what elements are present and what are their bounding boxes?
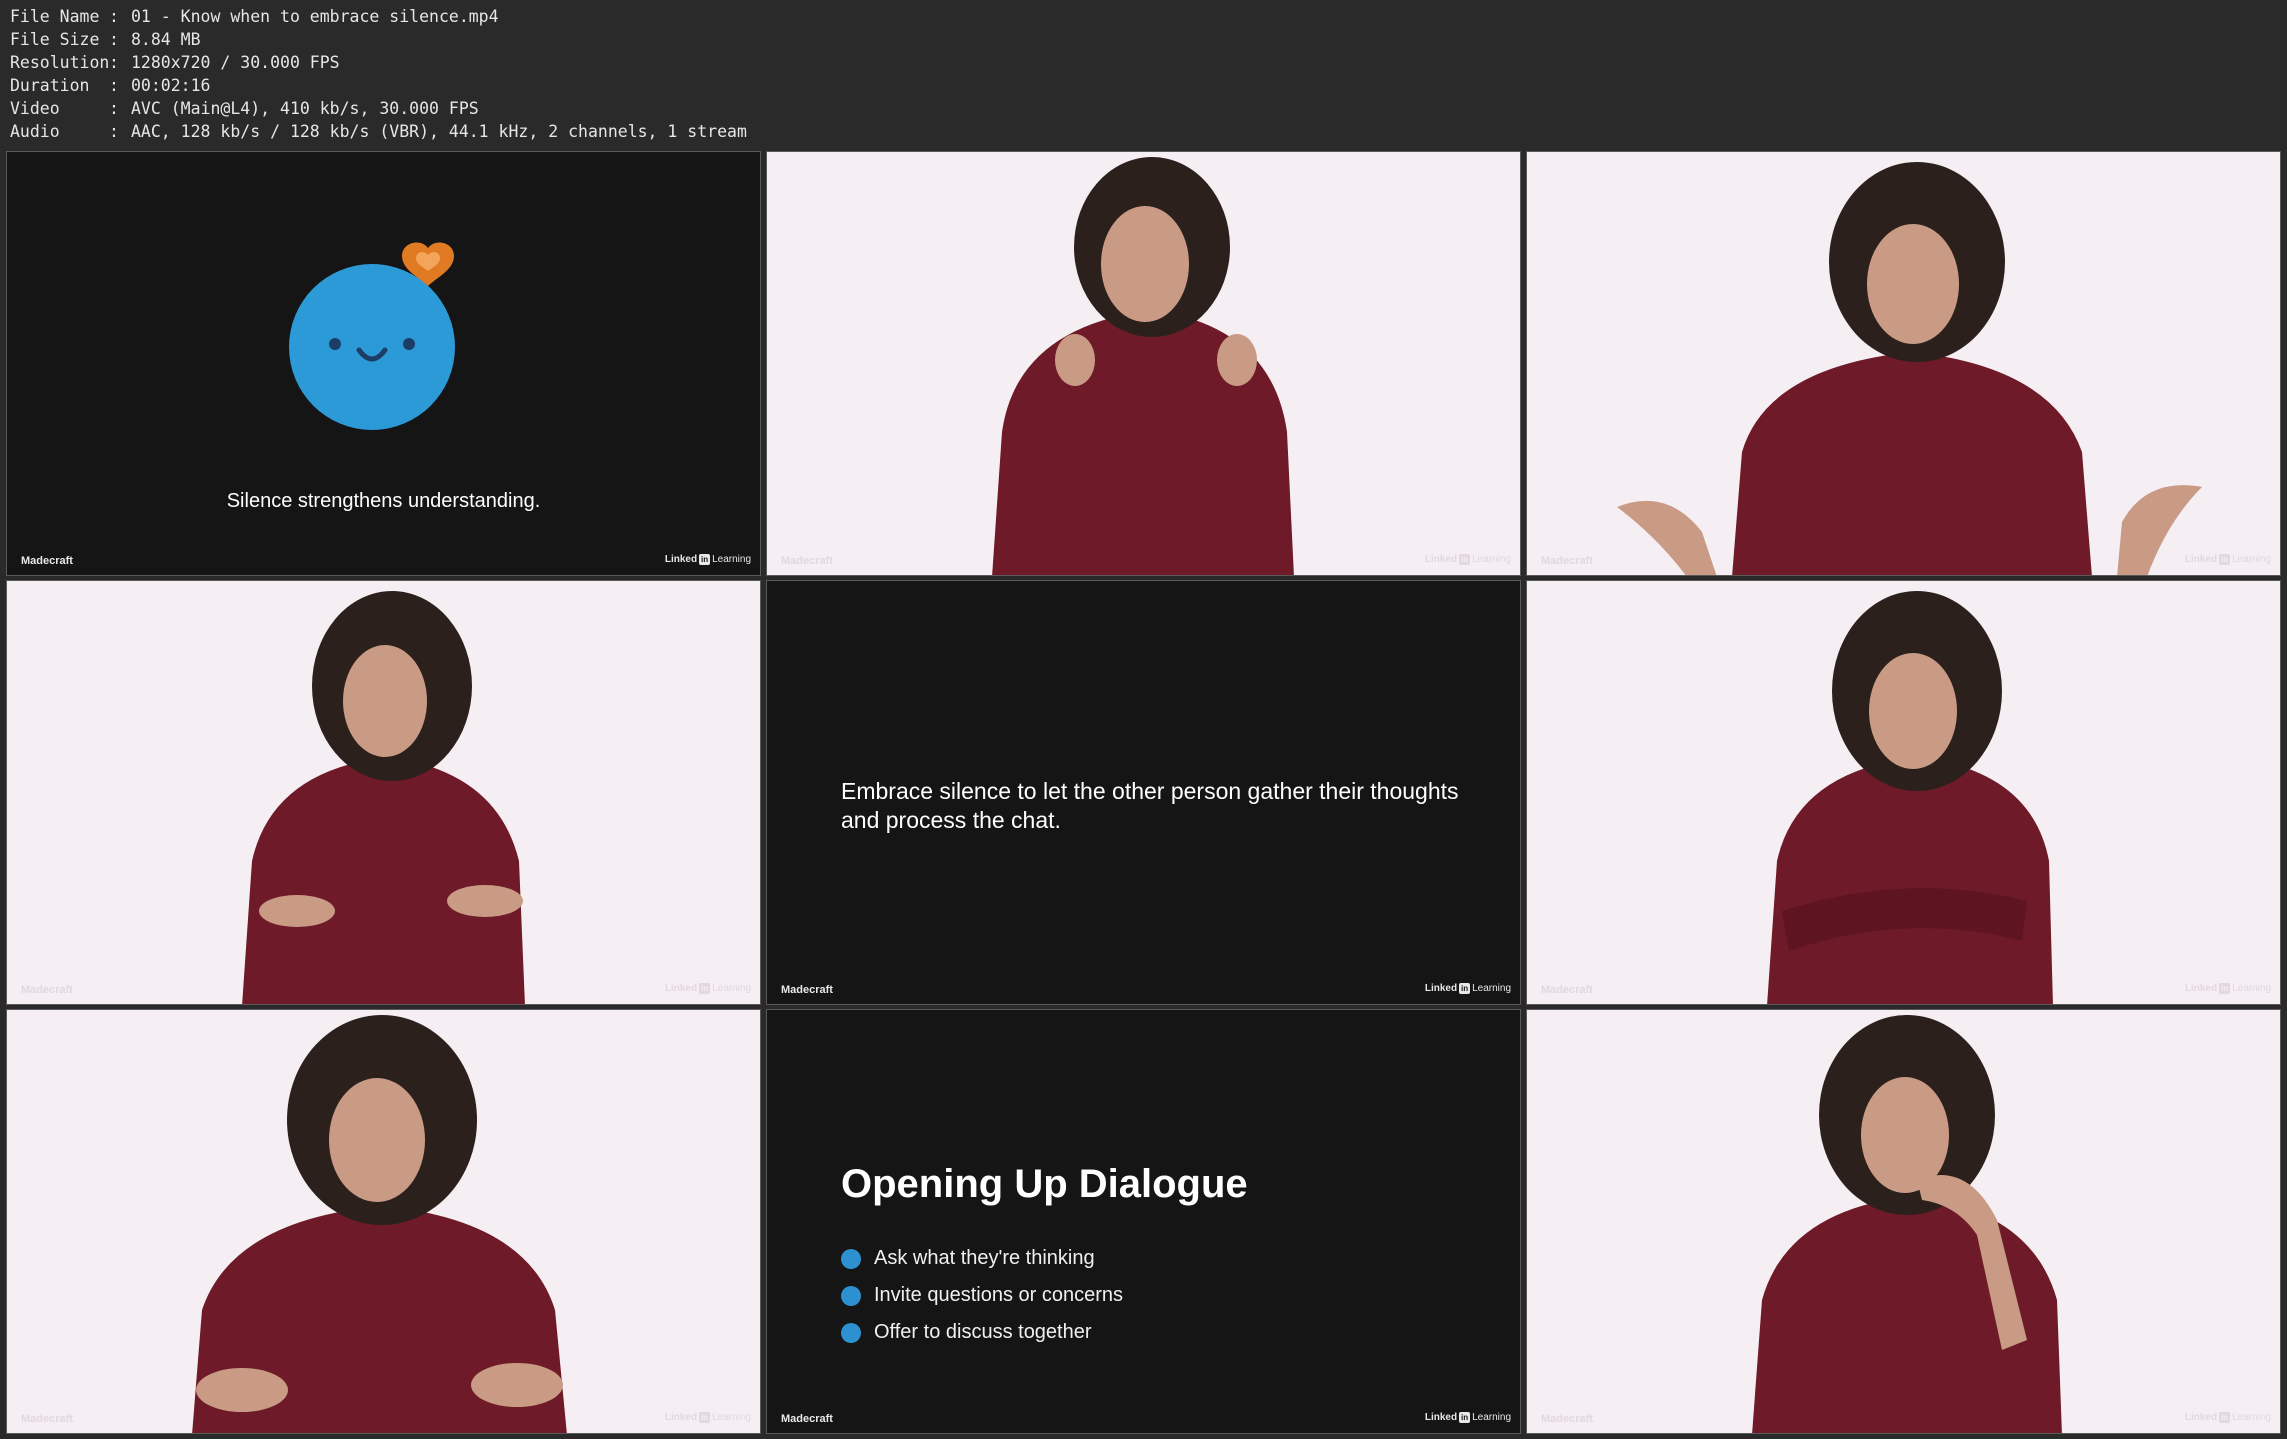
video-frame-2[interactable]: Madecraft Linked in Learning [766,151,1521,576]
slide-bullet-list: Ask what they're thinking Invite questio… [841,1240,1123,1351]
file-info-separator: : [109,99,119,118]
video-frame-4[interactable]: Madecraft Linked in Learning [6,580,761,1005]
file-info-key: Audio [10,122,60,141]
bullet-dot-icon [841,1285,861,1306]
file-info-key: Duration [10,76,90,95]
linkedin-learning-watermark: Linked in Learning [664,983,751,994]
madecraft-watermark: Madecraft [1541,555,1593,567]
slide-bullet: Invite questions or concerns [841,1277,1123,1314]
video-frame-1[interactable]: Silence strengthens understanding. Madec… [6,151,761,576]
presenter-figure [1752,1015,2062,1433]
file-info-separator: : [109,30,119,49]
file-info-value: 1280x720 / 30.000 FPS [131,53,340,72]
video-frame-6[interactable]: Madecraft Linked in Learning [1526,580,2281,1005]
slide-bullet: Ask what they're thinking [841,1240,1123,1277]
file-info-row: File Name:01 - Know when to embrace sile… [10,5,747,28]
linkedin-learning-watermark: Linked in Learning [1424,554,1511,565]
file-info-separator: : [109,122,119,141]
file-info-key: Resolution [10,53,110,72]
file-info-row: Video: AVC (Main@L4), 410 kb/s, 30.000 FP… [10,97,747,120]
linkedin-learning-watermark: Linked in Learning [664,554,751,565]
presenter-figure [192,1015,567,1433]
file-info-row: Resolution:1280x720 / 30.000 FPS [10,51,747,74]
file-info-separator: : [109,76,119,95]
madecraft-watermark: Madecraft [1541,1413,1593,1425]
slide-bullet: Offer to discuss together [841,1314,1123,1351]
file-info-row: Duration:00:02:16 [10,74,747,97]
file-info-value: 01 - Know when to embrace silence.mp4 [131,7,499,26]
madecraft-watermark: Madecraft [781,1413,833,1425]
video-frame-8[interactable]: Opening Up Dialogue Ask what they're thi… [766,1009,1521,1434]
file-info-value: AVC (Main@L4), 410 kb/s, 30.000 FPS [131,99,479,118]
bullet-dot-icon [841,1322,861,1343]
file-info-key: Video [10,99,60,118]
linkedin-learning-watermark: Linked in Learning [1424,983,1511,994]
file-info-separator: : [109,53,119,72]
linkedin-learning-watermark: Linked in Learning [2184,554,2271,565]
presenter-figure [992,157,1294,575]
bullet-dot-icon [841,1248,861,1269]
file-info-value: 8.84 MB [131,30,201,49]
madecraft-watermark: Madecraft [1541,984,1593,996]
video-frame-9[interactable]: Madecraft Linked in Learning [1526,1009,2281,1434]
madecraft-watermark: Madecraft [21,984,73,996]
file-info-separator: : [109,7,119,26]
presenter-figure [1617,162,2202,575]
video-frame-5[interactable]: Embrace silence to let the other person … [766,580,1521,1005]
video-frame-3[interactable]: Madecraft Linked in Learning [1526,151,2281,576]
linkedin-learning-watermark: Linked in Learning [1424,1412,1511,1423]
file-info-key: File Size [10,30,100,49]
linkedin-learning-watermark: Linked in Learning [2184,983,2271,994]
video-frame-7[interactable]: Madecraft Linked in Learning [6,1009,761,1434]
file-info-value: 00:02:16 [131,76,211,95]
file-info-key: File Name [10,7,100,26]
linkedin-learning-watermark: Linked in Learning [2184,1412,2271,1423]
presenter-figure [242,591,525,1004]
file-info-panel: File Name:01 - Know when to embrace sile… [10,5,747,143]
madecraft-watermark: Madecraft [21,1413,73,1425]
thumbnail-grid: Silence strengthens understanding. Madec… [0,146,2287,1439]
madecraft-watermark: Madecraft [781,555,833,567]
file-info-row: Audio: AAC, 128 kb/s / 128 kb/s (VBR), 44… [10,120,747,143]
frame-caption: Silence strengthens understanding. [226,490,541,512]
slide-quote: Embrace silence to let the other person … [841,778,1459,833]
madecraft-watermark: Madecraft [781,984,833,996]
slide-title: Opening Up Dialogue [841,1162,1248,1206]
file-info-value: AAC, 128 kb/s / 128 kb/s (VBR), 44.1 kHz… [131,122,747,141]
presenter-figure [1767,591,2053,1004]
linkedin-learning-watermark: Linked in Learning [664,1412,751,1423]
madecraft-watermark: Madecraft [21,555,73,567]
file-info-row: File Size:8.84 MB [10,28,747,51]
